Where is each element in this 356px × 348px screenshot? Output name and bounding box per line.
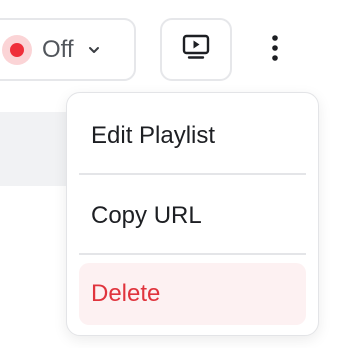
menu-divider bbox=[79, 253, 306, 255]
more-vertical-icon bbox=[271, 34, 279, 67]
menu-item-copy-url[interactable]: Copy URL bbox=[79, 177, 306, 255]
menu-divider bbox=[79, 173, 306, 175]
monitor-play-icon bbox=[181, 33, 211, 66]
status-label: Off bbox=[42, 35, 74, 63]
status-indicator bbox=[2, 34, 32, 65]
more-options-button[interactable] bbox=[252, 22, 298, 78]
preview-button[interactable] bbox=[160, 18, 232, 81]
status-dropdown[interactable]: Off bbox=[0, 18, 136, 81]
playlist-options-menu: Edit Playlist Copy URL Delete bbox=[66, 92, 319, 336]
stage: Off Edit Playlist Copy URL Delete bbox=[0, 0, 356, 348]
status-dot bbox=[10, 42, 24, 57]
chevron-down-icon bbox=[86, 42, 102, 58]
menu-item-edit-playlist[interactable]: Edit Playlist bbox=[79, 97, 306, 175]
menu-item-delete[interactable]: Delete bbox=[79, 263, 306, 325]
